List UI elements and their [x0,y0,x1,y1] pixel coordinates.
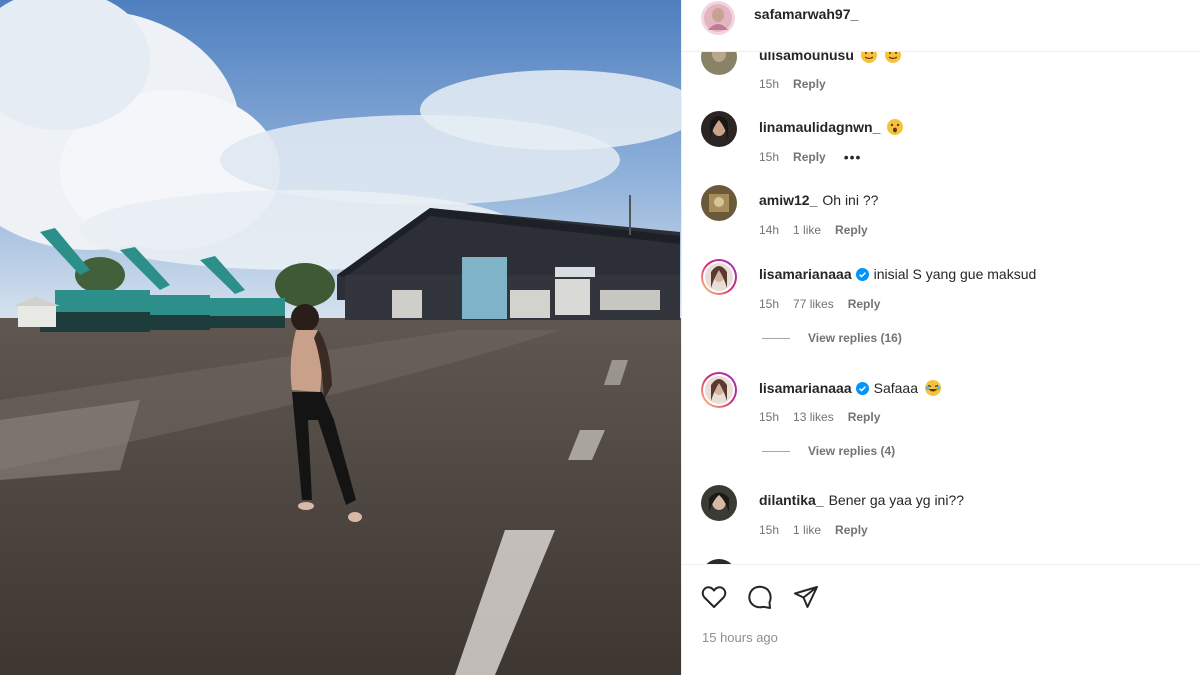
comment-time: 15h [759,297,780,311]
commenter-avatar-story[interactable] [700,258,738,296]
comment-likes[interactable]: 1 like [793,523,821,537]
comment-likes[interactable]: 77 likes [793,297,834,311]
comment-text: Oh ini ?? [822,192,879,208]
astonished-emoji-icon [887,119,904,135]
comment-text: Safaaa [873,380,918,396]
comment-likes[interactable]: 1 like [793,223,821,237]
comment-username[interactable]: dilantika_ [759,492,824,508]
author-username[interactable]: safamarwah97_ [754,6,858,22]
comment-username[interactable]: ulisamounusu [759,52,854,63]
comment-time: 15h [759,150,780,164]
share-icon[interactable] [792,583,820,611]
comment-time: 15h [759,523,780,537]
commenter-avatar[interactable] [700,110,738,148]
view-replies-button[interactable]: View replies (16) [762,330,902,346]
view-replies-label: View replies (16) [808,331,902,345]
commenter-avatar[interactable] [700,484,738,522]
author-avatar[interactable] [700,0,736,36]
comment-username[interactable]: lisamarianaaa [759,266,852,282]
post-image [0,0,681,675]
reply-button[interactable]: Reply [848,410,881,424]
comment-item: lisamarianaaa inisial S yang gue maksud … [682,258,1200,324]
comment-time: 15h [759,410,780,424]
more-options-icon[interactable]: ••• [844,149,862,165]
comment-item: dilantika_ Bener ga yaa yg ini?? 15h 1 l… [682,484,1200,550]
comment-item: ulisamounusu 15h Reply [682,52,1200,104]
view-replies-button[interactable]: View replies (4) [762,443,895,459]
comment-likes[interactable]: 13 likes [793,410,834,424]
heart-icon[interactable] [700,583,728,611]
laughing-emoji-icon [925,380,941,396]
commenter-avatar-story[interactable] [700,371,738,409]
comment-username[interactable]: lisamarianaaa [759,380,852,396]
reply-button[interactable]: Reply [848,297,881,311]
post-header: safamarwah97_ [682,0,1200,52]
reply-button[interactable]: Reply [793,150,826,164]
verified-badge-icon [855,381,869,395]
comment-text: inisial S yang gue maksud [873,266,1037,282]
smile-emoji-icon [884,52,901,63]
comment-item: linamaulidagnwn_ 15h Reply ••• [682,110,1200,176]
verified-badge-icon [855,267,869,281]
reply-button[interactable]: Reply [835,223,868,237]
replies-divider [762,450,790,452]
comment-time: 14h [759,223,780,237]
post-action-bar [682,564,1200,624]
post-photo[interactable] [0,0,681,675]
comment-icon[interactable] [746,583,774,611]
comment-text: Bener ga yaa yg ini?? [828,492,965,508]
commenter-avatar[interactable] [700,52,738,76]
smile-emoji-icon [860,52,877,63]
post-side-panel: safamarwah97_ ulisamounusu 15h Reply lin… [681,0,1200,675]
reply-button[interactable]: Reply [793,77,826,91]
comment-username[interactable]: linamaulidagnwn_ [759,119,880,135]
comment-item: amiw12_ Oh ini ?? 14h 1 like Reply [682,184,1200,250]
view-replies-label: View replies (4) [808,444,896,458]
post-timestamp: 15 hours ago [702,630,778,645]
reply-button[interactable]: Reply [835,523,868,537]
comment-time: 15h [759,77,780,91]
commenter-avatar[interactable] [700,184,738,222]
replies-divider [762,337,790,339]
comment-item: lisamarianaaa Safaaa 15h 13 likes Reply [682,371,1200,437]
comments-list[interactable]: ulisamounusu 15h Reply linamaulidagnwn_ … [682,52,1200,564]
comment-username[interactable]: amiw12_ [759,192,817,208]
